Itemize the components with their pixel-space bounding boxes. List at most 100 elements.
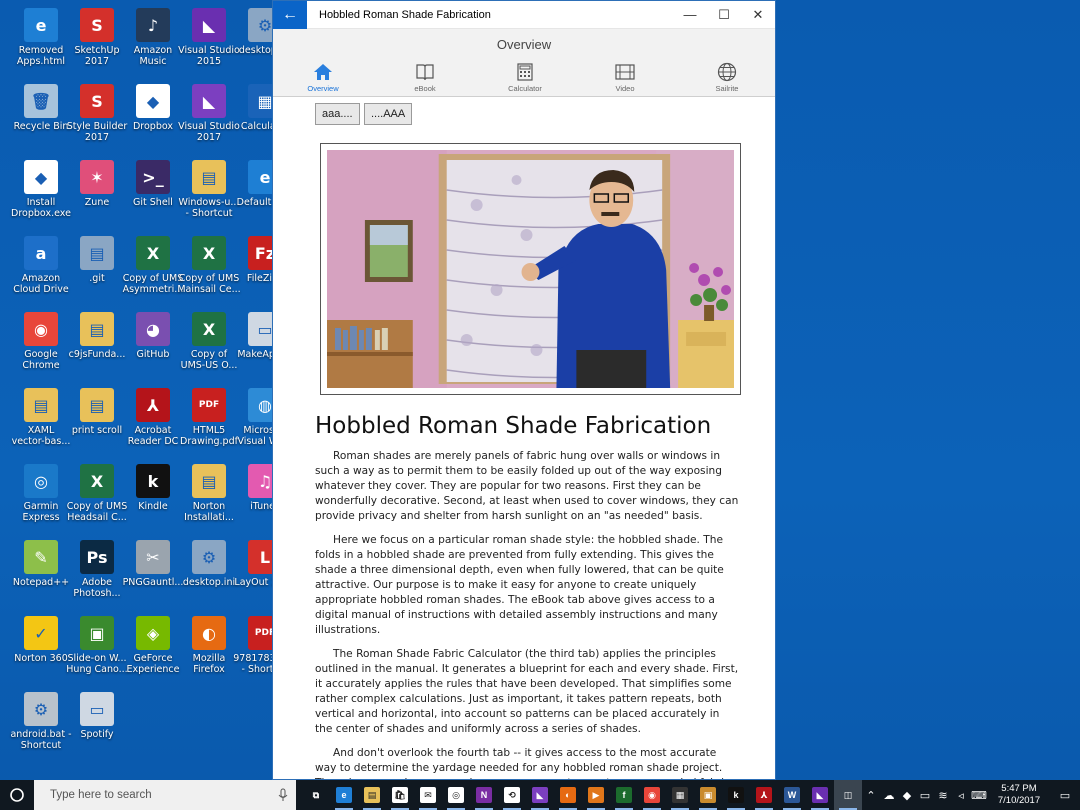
tab-calculator[interactable]: Calculator (485, 61, 565, 97)
maximize-button[interactable]: ☐ (707, 1, 741, 29)
gear-file-icon: ⚙ (24, 692, 58, 726)
globe-icon (717, 61, 737, 83)
taskbar-app[interactable]: ⟲ (498, 780, 526, 810)
search-circle-icon (10, 788, 24, 802)
taskbar-app[interactable]: ✉ (414, 780, 442, 810)
microphone-icon[interactable] (278, 788, 288, 805)
taskbar-app[interactable]: ▣ (694, 780, 722, 810)
taskbar-app[interactable]: N (470, 780, 498, 810)
tab-label: Overview (307, 84, 339, 93)
search-input[interactable]: Type here to search (34, 780, 296, 810)
tab-label: Video (615, 84, 635, 93)
excel-icon: X (192, 236, 226, 270)
dropbox-icon: ◆ (136, 84, 170, 118)
visual-studio-icon: ◣ (812, 787, 828, 803)
folder-icon: ▤ (80, 312, 114, 346)
roman-shade-app-icon: ◫ (840, 787, 856, 803)
taskbar-app[interactable]: ▶ (582, 780, 610, 810)
article-paragraph: The Roman Shade Fabric Calculator (the t… (315, 648, 739, 735)
decrease-font-button[interactable]: aaa.... (315, 103, 360, 125)
acrobat-icon: ⅄ (136, 388, 170, 422)
desktop-icon[interactable]: ▭ Spotify (59, 688, 135, 762)
taskbar-app[interactable]: ▤ (358, 780, 386, 810)
clock-date: 7/10/2017 (997, 795, 1041, 806)
increase-font-button[interactable]: ....AAA (364, 103, 413, 125)
sketchup-icon: S (80, 8, 114, 42)
taskbar-app[interactable]: ▦ (666, 780, 694, 810)
minimize-button[interactable]: — (673, 1, 707, 29)
pdf-icon: PDF (192, 388, 226, 422)
dropbox-installer-icon: ◆ (24, 160, 58, 194)
taskbar-app[interactable]: k (722, 780, 750, 810)
taskbar-app[interactable]: 🛍 (386, 780, 414, 810)
calculator-icon: ▦ (672, 787, 688, 803)
chevron-up-icon[interactable]: ⌃ (862, 780, 880, 810)
taskbar-app[interactable]: ◉ (638, 780, 666, 810)
tab-overview[interactable]: Overview (283, 61, 363, 97)
tab-video[interactable]: Video (585, 61, 665, 97)
tab-sailrite[interactable]: Sailrite (687, 61, 767, 97)
skype-icon: ⟲ (504, 787, 520, 803)
taskbar-app[interactable]: ⧉ (302, 780, 330, 810)
acrobat-icon: ⅄ (756, 787, 772, 803)
ie-file-icon: e (24, 8, 58, 42)
article-paragraph: And don't overlook the fourth tab -- it … (315, 747, 733, 779)
keyboard-icon[interactable]: ⌨ (970, 780, 988, 810)
slide-icon: ▣ (80, 616, 114, 650)
desktop-icon-label: Spotify (80, 729, 114, 740)
spotify-icon: ▭ (80, 692, 114, 726)
notification-icon[interactable]: ▭ (1050, 780, 1080, 810)
calculator-icon (517, 61, 533, 83)
cloud-icon[interactable]: ☁ (880, 780, 898, 810)
mail-icon: ✉ (420, 787, 436, 803)
visual-studio-icon: ◣ (192, 8, 226, 42)
back-button[interactable]: ← (273, 1, 307, 29)
settings-file-icon: ⚙ (192, 540, 226, 574)
search-placeholder: Type here to search (50, 789, 152, 801)
clock[interactable]: 5:47 PM 7/10/2017 (988, 783, 1050, 807)
back-arrow-icon: ← (282, 5, 298, 23)
recycle-bin-icon: 🗑 (24, 84, 58, 118)
article-paragraph: Roman shades are merely panels of fabric… (315, 450, 739, 522)
chrome-icon: ◉ (644, 787, 660, 803)
folder-icon: ▤ (80, 236, 114, 270)
tab-ebook[interactable]: eBook (385, 61, 465, 97)
tab-label: eBook (414, 84, 436, 93)
home-icon (313, 61, 333, 83)
dropbox-icon[interactable]: ◆ (898, 780, 916, 810)
notepad-plus-icon: ✎ (24, 540, 58, 574)
start-button[interactable] (0, 780, 34, 810)
taskbar-app[interactable]: ⅄ (750, 780, 778, 810)
folder-icon: ▤ (192, 464, 226, 498)
taskbar-app[interactable]: ◣ (806, 780, 834, 810)
book-icon (415, 61, 435, 83)
taskbar-app[interactable]: ◎ (442, 780, 470, 810)
folder-icon: ▤ (80, 388, 114, 422)
firefox-icon: ◐ (560, 787, 576, 803)
overview-content: aaa.... ....AAA Hobbled Roman Shade Fabr… (273, 97, 775, 779)
film-icon (615, 61, 635, 83)
file-explorer-icon: ▤ (364, 787, 380, 803)
onenote-icon: N (476, 787, 492, 803)
taskbar-app[interactable]: ◫ (834, 780, 862, 810)
media-player-icon: ▶ (588, 787, 604, 803)
taskbar-app[interactable]: W (778, 780, 806, 810)
style-builder-icon: S (80, 84, 114, 118)
folder-icon: ▤ (24, 388, 58, 422)
garmin-icon: ◎ (24, 464, 58, 498)
wifi-icon[interactable]: ≋ (934, 780, 952, 810)
git-shell-icon: >_ (136, 160, 170, 194)
volume-icon[interactable]: ◃ (952, 780, 970, 810)
visual-studio-icon: ◣ (192, 84, 226, 118)
folder-icon: ▤ (192, 160, 226, 194)
geforce-icon: ◈ (136, 616, 170, 650)
chrome-icon: ◉ (24, 312, 58, 346)
amazon-music-icon: ♪ (136, 8, 170, 42)
taskbar-app[interactable]: ◣ (526, 780, 554, 810)
close-button[interactable]: ✕ (741, 1, 775, 29)
amazon-cloud-drive-icon: a (24, 236, 58, 270)
battery-icon[interactable]: ▭ (916, 780, 934, 810)
taskbar-app[interactable]: e (330, 780, 358, 810)
taskbar-app[interactable]: ◐ (554, 780, 582, 810)
taskbar-app[interactable]: f (610, 780, 638, 810)
